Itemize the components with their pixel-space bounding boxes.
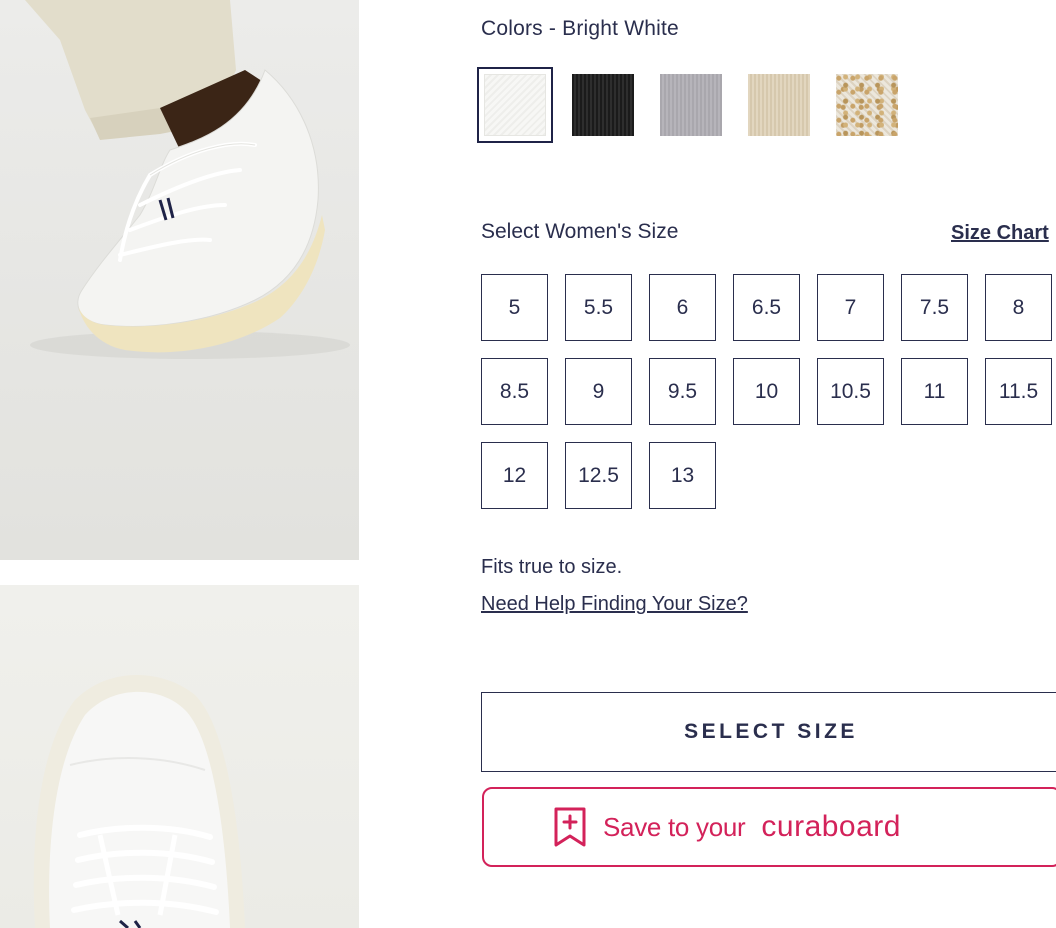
swatch-bright-white[interactable] (477, 67, 553, 143)
select-size-button[interactable]: SELECT SIZE (481, 692, 1056, 772)
size-option[interactable]: 9.5 (649, 358, 716, 425)
product-photo-side[interactable] (0, 0, 359, 560)
size-option[interactable]: 13 (649, 442, 716, 509)
size-option[interactable]: 10.5 (817, 358, 884, 425)
color-label: Colors - Bright White (481, 17, 679, 40)
size-option[interactable]: 8.5 (481, 358, 548, 425)
size-option[interactable]: 12 (481, 442, 548, 509)
product-photo-top[interactable] (0, 585, 359, 928)
swatch-black[interactable] (565, 67, 641, 143)
size-option[interactable]: 7 (817, 274, 884, 341)
swatch-tan[interactable] (741, 67, 817, 143)
size-option[interactable]: 6.5 (733, 274, 800, 341)
size-option[interactable]: 9 (565, 358, 632, 425)
size-option[interactable]: 7.5 (901, 274, 968, 341)
size-chart-link[interactable]: Size Chart (951, 222, 1049, 245)
sneaker-top-image (33, 675, 246, 928)
size-option[interactable]: 12.5 (565, 442, 632, 509)
size-option[interactable]: 11.5 (985, 358, 1052, 425)
size-option[interactable]: 6 (649, 274, 716, 341)
size-label: Select Women's Size (481, 220, 679, 243)
size-option[interactable]: 5 (481, 274, 548, 341)
save-to-curaboard-button[interactable]: Save to your curaboard (482, 787, 1056, 867)
sneaker-side-image (25, 0, 350, 359)
size-grid: 5 5.5 6 6.5 7 7.5 8 8.5 9 9.5 10 10.5 11… (481, 274, 1052, 509)
save-text: Save to your (603, 811, 746, 842)
bookmark-plus-icon (554, 807, 586, 847)
size-option[interactable]: 11 (901, 358, 968, 425)
size-option[interactable]: 8 (985, 274, 1052, 341)
size-option[interactable]: 10 (733, 358, 800, 425)
size-help-link[interactable]: Need Help Finding Your Size? (481, 593, 748, 616)
swatch-grey[interactable] (653, 67, 729, 143)
swatch-speckled[interactable] (829, 67, 905, 143)
curaboard-brand: curaboard (761, 810, 901, 843)
fit-note: Fits true to size. (481, 556, 623, 578)
color-swatches (477, 67, 905, 143)
size-option[interactable]: 5.5 (565, 274, 632, 341)
